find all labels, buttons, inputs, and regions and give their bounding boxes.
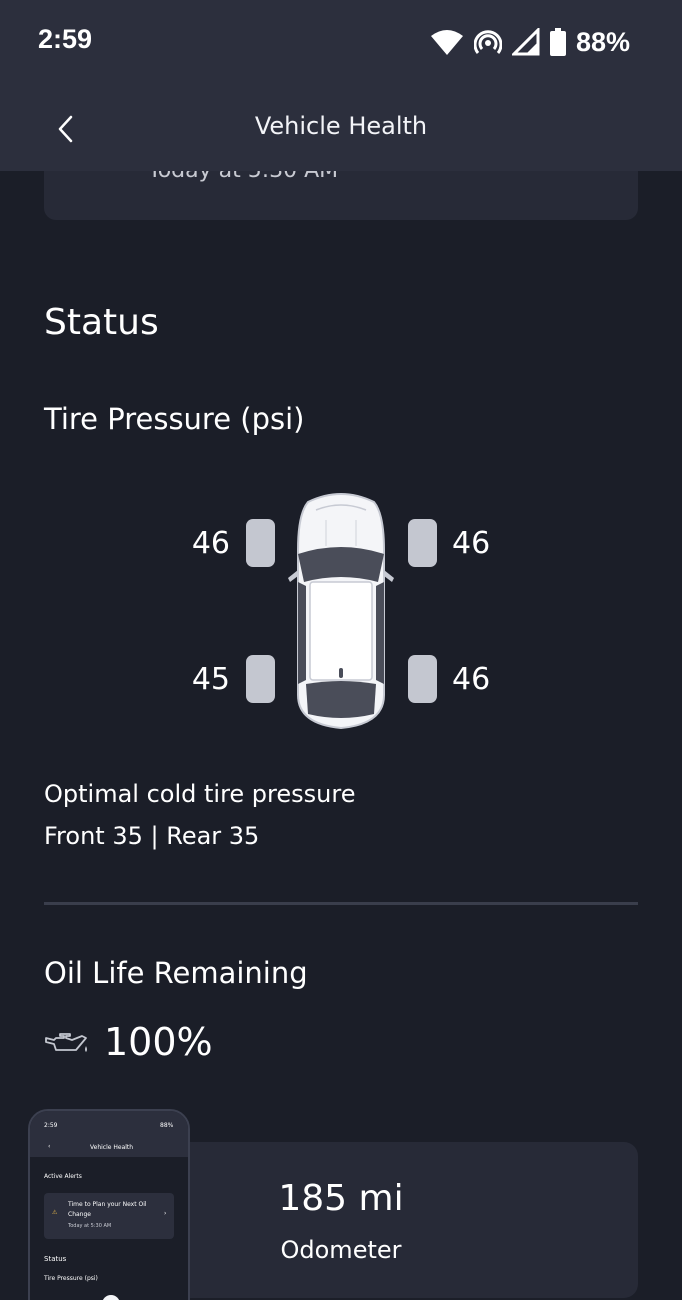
- screenshot-thumbnail[interactable]: 2:59 88% ‹ Vehicle Health Active Alerts …: [28, 1109, 190, 1300]
- page-title: Vehicle Health: [254, 112, 428, 140]
- thumbnail-app-bar: ‹ Vehicle Health: [30, 1141, 188, 1157]
- wifi-icon: [430, 30, 463, 55]
- thumbnail-alert-time: Today at 5:30 AM: [68, 1223, 112, 1229]
- thumbnail-time: 2:59: [44, 1122, 58, 1129]
- tire-front-left-icon: [246, 519, 275, 567]
- thumbnail-active-alerts: Active Alerts: [44, 1173, 82, 1180]
- tire-rear-right-icon: [408, 655, 437, 703]
- thumbnail-battery: 88%: [160, 1122, 174, 1129]
- signal-icon: [511, 28, 540, 56]
- status-heading: Status: [44, 302, 159, 343]
- tire-front-right-icon: [408, 519, 437, 567]
- tire-rear-right-value: 46: [452, 662, 491, 697]
- oil-can-icon: [45, 1033, 87, 1052]
- hotspot-icon: [473, 30, 502, 54]
- tire-front-right-value: 46: [452, 526, 491, 561]
- status-time: 2:59: [38, 24, 93, 54]
- thumbnail-title: Vehicle Health: [90, 1144, 134, 1151]
- thumbnail-alert-line1: Time to Plan your Next Oil: [68, 1201, 147, 1208]
- status-icons: 88%: [430, 24, 630, 60]
- oil-life-heading: Oil Life Remaining: [44, 956, 308, 990]
- thumbnail-chevron-right-icon: ›: [164, 1210, 167, 1217]
- thumbnail-warning-icon: ⚠: [52, 1209, 58, 1216]
- app-bar: Vehicle Health: [0, 86, 682, 171]
- thumbnail-car-icon: [102, 1295, 120, 1300]
- thumbnail-status-bar: 2:59 88%: [30, 1111, 188, 1141]
- thumbnail-status: Status: [44, 1255, 67, 1263]
- car-top-view-icon: [288, 493, 394, 730]
- battery-icon: [549, 28, 566, 56]
- thumbnail-back-icon: ‹: [48, 1143, 51, 1150]
- tire-rear-left-value: 45: [191, 662, 230, 697]
- thumbnail-alert-card: ⚠ Time to Plan your Next Oil Change Toda…: [44, 1193, 174, 1239]
- thumbnail-tire-title: Tire Pressure (psi): [44, 1275, 98, 1282]
- oil-life-value: 100%: [104, 1020, 213, 1064]
- tire-pressure-heading: Tire Pressure (psi): [44, 402, 305, 436]
- battery-percent: 88%: [575, 26, 630, 57]
- optimal-pressure-label: Optimal cold tire pressure: [44, 780, 356, 808]
- tire-front-left-value: 46: [191, 526, 230, 561]
- status-bar: 2:59 88%: [0, 0, 682, 86]
- tire-rear-left-icon: [246, 655, 275, 703]
- optimal-pressure-values: Front 35 | Rear 35: [44, 822, 260, 850]
- thumbnail-alert-line2: Change: [68, 1211, 91, 1218]
- divider: [44, 902, 638, 905]
